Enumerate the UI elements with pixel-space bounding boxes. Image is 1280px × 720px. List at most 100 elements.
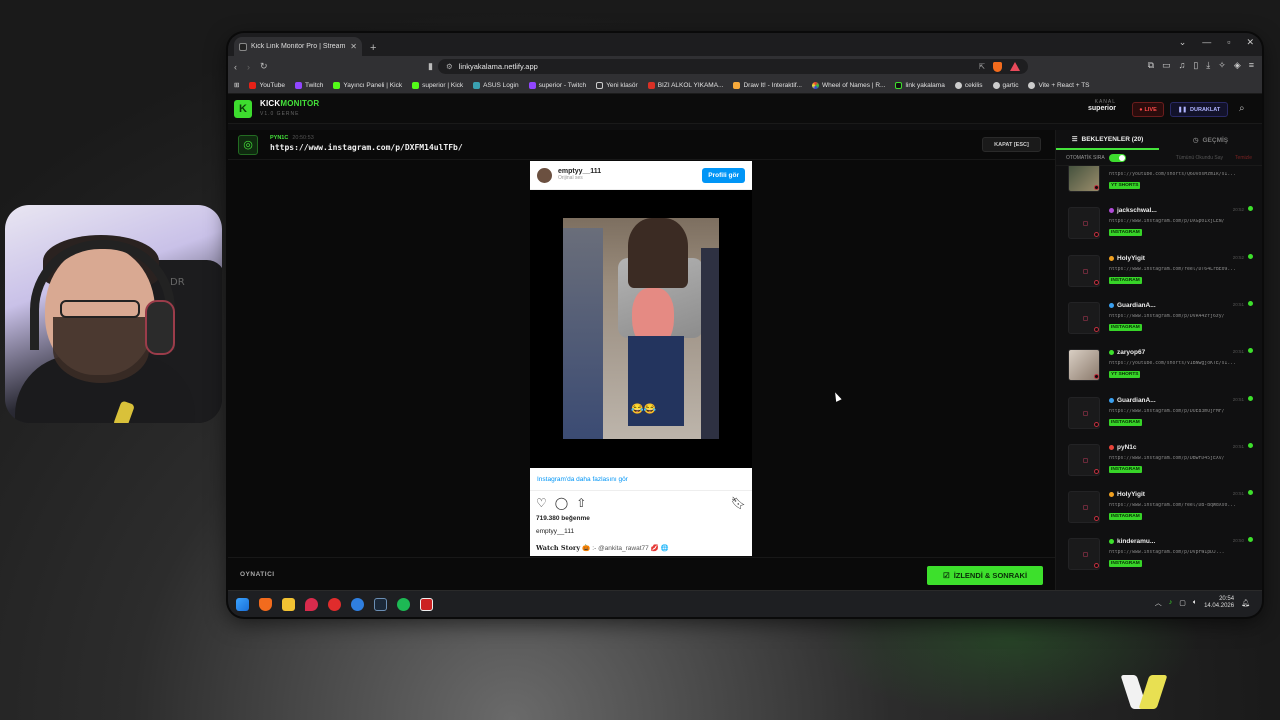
sidebar-toggle-icon[interactable]: ▭ — [1162, 60, 1171, 71]
queue-item[interactable]: GuardianA... 20:51 https://www.instagram.c… — [1066, 299, 1254, 341]
bookmark-twitch[interactable]: Twitch — [295, 81, 323, 89]
tab-history[interactable]: ◷ GEÇMİŞ — [1159, 130, 1262, 150]
current-user-name: PYN1C — [270, 135, 289, 142]
queue-item[interactable]: zaryop67 20:51 https://youtube.com/shorts/… — [1066, 346, 1254, 388]
bookmark-gartic[interactable]: gartic — [992, 81, 1019, 89]
steam-icon[interactable] — [374, 597, 387, 611]
network-icon[interactable]: ▢ — [1179, 599, 1186, 607]
watched-next-button[interactable]: ☑ İZLENDİ & SONRAKİ — [927, 566, 1043, 585]
download-icon[interactable]: ⤓ — [1206, 60, 1210, 71]
reading-list-icon[interactable]: ▯ — [1193, 60, 1198, 71]
user-color-dot-icon — [1109, 302, 1114, 308]
queue-item[interactable]: kinderamu... 20:50 https://www.instagram.c… — [1066, 535, 1254, 576]
auto-queue-toggle[interactable] — [1108, 153, 1126, 162]
file-explorer-icon[interactable] — [282, 597, 295, 611]
settings-icon[interactable]: ⌕ — [1239, 103, 1245, 114]
save-icon[interactable]: 🔖︎ — [731, 496, 746, 510]
bookmark-cekilis[interactable]: cekilis — [954, 81, 983, 89]
close-button[interactable]: KAPAT [ESC] — [982, 137, 1041, 152]
embed-username-footer[interactable]: emptyy__111 — [530, 528, 752, 544]
heart-icon[interactable]: ♡ — [536, 496, 547, 510]
bookmark-alkol[interactable]: BIZI ALKOL YIKAMA... — [647, 81, 723, 89]
bookmark-asus[interactable]: ASUS Login — [473, 81, 519, 89]
bookmark-page-icon[interactable]: ▮ — [428, 61, 433, 72]
extension-puzzle-icon[interactable]: ⧉ — [1148, 60, 1154, 71]
share-icon[interactable]: ⇱ — [979, 62, 985, 72]
browser-tab[interactable]: Kick Link Monitor Pro | Stream ✕ — [234, 37, 362, 56]
queue-item[interactable]: pyN1c 20:51 https://www.instagram.com/p/DB… — [1066, 441, 1254, 483]
spotify-icon[interactable] — [397, 597, 410, 611]
new-tab-icon[interactable]: + — [370, 42, 376, 54]
bookmark-wheel[interactable]: Wheel of Names | R... — [811, 81, 885, 89]
live-button[interactable]: ● LIVE — [1132, 102, 1164, 117]
vpn-icon[interactable]: ◈ — [1234, 60, 1241, 71]
media-icon[interactable]: ♫ — [1179, 60, 1186, 71]
bookmark-youtube[interactable]: YouTube — [249, 81, 285, 89]
bookmark-kick-superior[interactable]: superior | Kick — [412, 81, 463, 89]
queue-item[interactable]: https://youtube.com/shorts/Q6OvosMzmIk/s… — [1066, 166, 1254, 199]
windows-start-icon[interactable] — [236, 597, 249, 611]
embed-video[interactable]: 😂😂 — [530, 190, 752, 468]
bookmark-superior-twitch[interactable]: superior - Twitch — [528, 81, 586, 89]
minimize-icon[interactable]: — — [1202, 37, 1211, 48]
menu-icon[interactable]: ≡ — [1249, 60, 1254, 71]
platform-badge: INSTAGRAM — [1109, 513, 1142, 521]
current-link-user: PYN1C 20:50:53 — [270, 135, 463, 142]
platform-dot-icon — [1094, 468, 1099, 474]
tab-search-icon[interactable]: ⌄ — [1179, 37, 1187, 48]
user-color-dot-icon — [1109, 492, 1114, 498]
view-profile-button[interactable]: Profili gör — [702, 167, 745, 183]
tray-chevron-icon[interactable]: ︿ — [1155, 598, 1162, 608]
queue-item[interactable]: GuardianA... 20:51 https://www.instagram.c… — [1066, 394, 1254, 436]
browser-icon[interactable] — [351, 597, 364, 611]
share-icon[interactable]: ⇧ — [576, 496, 586, 510]
leo-ai-icon[interactable]: ✧ — [1218, 60, 1226, 71]
video-hair — [628, 218, 688, 288]
volume-icon[interactable]: 🔈︎ — [1193, 599, 1197, 607]
current-link-url[interactable]: https://www.instagram.com/p/DXFM14ulTFb/ — [270, 143, 463, 154]
bookmark-label: YouTube — [259, 81, 285, 89]
apps-grid-icon[interactable]: ⊞ — [234, 81, 239, 89]
queue-url: https://www.instagram.com/p/DBwFD45jEXv/ — [1109, 455, 1225, 461]
address-url: linkyakalama.netlify.app — [458, 62, 538, 71]
comment-icon[interactable]: ◯ — [555, 496, 568, 510]
address-bar[interactable]: ⚙ linkyakalama.netlify.app ⇱ — [438, 59, 1028, 74]
bookmark-vite[interactable]: Vite + React + TS — [1028, 81, 1090, 89]
avatar[interactable] — [537, 167, 552, 183]
mark-all-read-button[interactable]: Tümünü Okundu Say — [1176, 155, 1223, 161]
queue-sidebar: ☰ BEKLEYENLER (20) ◷ GEÇMİŞ OTOMATİK SIRA … — [1055, 130, 1262, 590]
queue-time: 20:51 — [1232, 491, 1244, 497]
mic-icon[interactable]: ♪ — [1169, 599, 1173, 606]
bookmark-folder[interactable]: Yeni klasör — [596, 81, 638, 89]
queue-item[interactable]: HolyYigit 20:51 https://www.instagram.com/… — [1066, 488, 1254, 530]
site-info-icon[interactable]: ⚙ — [446, 62, 453, 71]
bookmark-label: gartic — [1002, 81, 1019, 89]
tab-waiting[interactable]: ☰ BEKLEYENLER (20) — [1056, 130, 1159, 150]
clear-button[interactable]: Temizle — [1235, 155, 1252, 161]
queue-user: GuardianA... — [1109, 397, 1156, 404]
app-icon[interactable] — [420, 597, 433, 611]
see-more-link[interactable]: Instagram'da daha fazlasını gör — [530, 468, 752, 491]
window-controls: ⌄ — ▫ ✕ — [1179, 37, 1254, 48]
forward-icon[interactable]: › — [247, 62, 250, 72]
maximize-icon[interactable]: ▫ — [1227, 37, 1230, 48]
current-link-time: 20:50:53 — [292, 135, 314, 142]
bookmark-kick-panel[interactable]: Yayıncı Paneli | Kick — [333, 81, 402, 89]
webcam-overlay: DR — [5, 205, 222, 423]
brave-rewards-icon[interactable] — [1010, 61, 1020, 71]
notification-icon[interactable]: 🔔︎ — [1241, 599, 1250, 607]
close-tab-icon[interactable]: ✕ — [350, 42, 357, 51]
queue-item[interactable]: jackschwal... 20:52 https://www.instagram.… — [1066, 204, 1254, 246]
clock[interactable]: 20:54 14.04.2026 — [1204, 596, 1234, 609]
app-icon[interactable] — [328, 597, 341, 611]
maps-icon[interactable] — [305, 597, 318, 611]
close-window-icon[interactable]: ✕ — [1246, 37, 1254, 48]
brave-icon[interactable] — [259, 597, 272, 611]
back-icon[interactable]: ‹ — [234, 62, 237, 72]
bookmark-link-yakalama[interactable]: link yakalama — [895, 81, 945, 89]
bookmark-drawit[interactable]: Draw It! - Interaktif... — [733, 81, 802, 89]
queue-item[interactable]: HolyYigit 20:52 https://www.instagram.com/… — [1066, 252, 1254, 294]
pause-button[interactable]: ❚❚ DURAKLAT — [1170, 102, 1228, 117]
reload-icon[interactable]: ↻ — [260, 61, 268, 72]
brave-shield-icon[interactable] — [993, 61, 1002, 72]
